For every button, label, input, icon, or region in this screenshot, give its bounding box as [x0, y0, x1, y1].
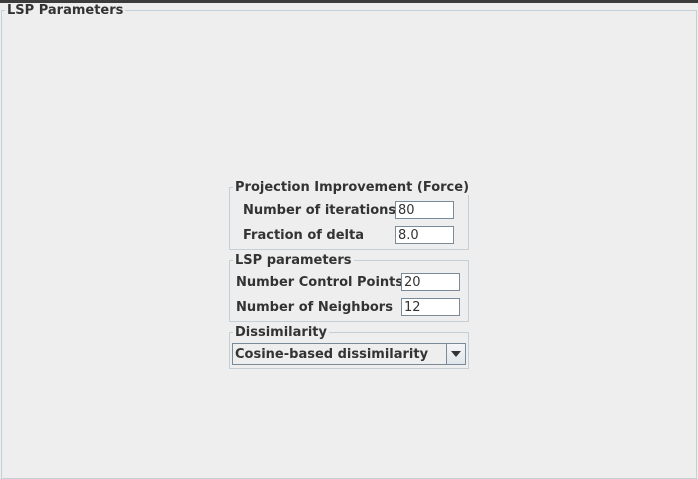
neighbors-input[interactable]: [401, 298, 460, 316]
dissimilarity-combobox[interactable]: Cosine-based dissimilarity: [232, 343, 466, 365]
fraction-of-delta-input[interactable]: [395, 226, 454, 244]
panel-title: LSP Parameters: [5, 3, 126, 18]
lsp-parameters-title: LSP parameters: [233, 253, 354, 268]
iterations-label: Number of iterations: [243, 203, 397, 218]
neighbors-label: Number of Neighbors: [236, 300, 393, 315]
chevron-down-icon: [451, 351, 461, 357]
control-points-label: Number Control Points: [236, 275, 404, 290]
dissimilarity-dropdown-button[interactable]: [446, 344, 465, 364]
control-points-input[interactable]: [401, 273, 460, 291]
fraction-of-delta-label: Fraction of delta: [243, 228, 364, 243]
iterations-input[interactable]: [395, 201, 454, 219]
dissimilarity-title: Dissimilarity: [233, 325, 329, 340]
dissimilarity-selected-value: Cosine-based dissimilarity: [235, 347, 429, 362]
projection-improvement-title: Projection Improvement (Force): [233, 180, 472, 195]
